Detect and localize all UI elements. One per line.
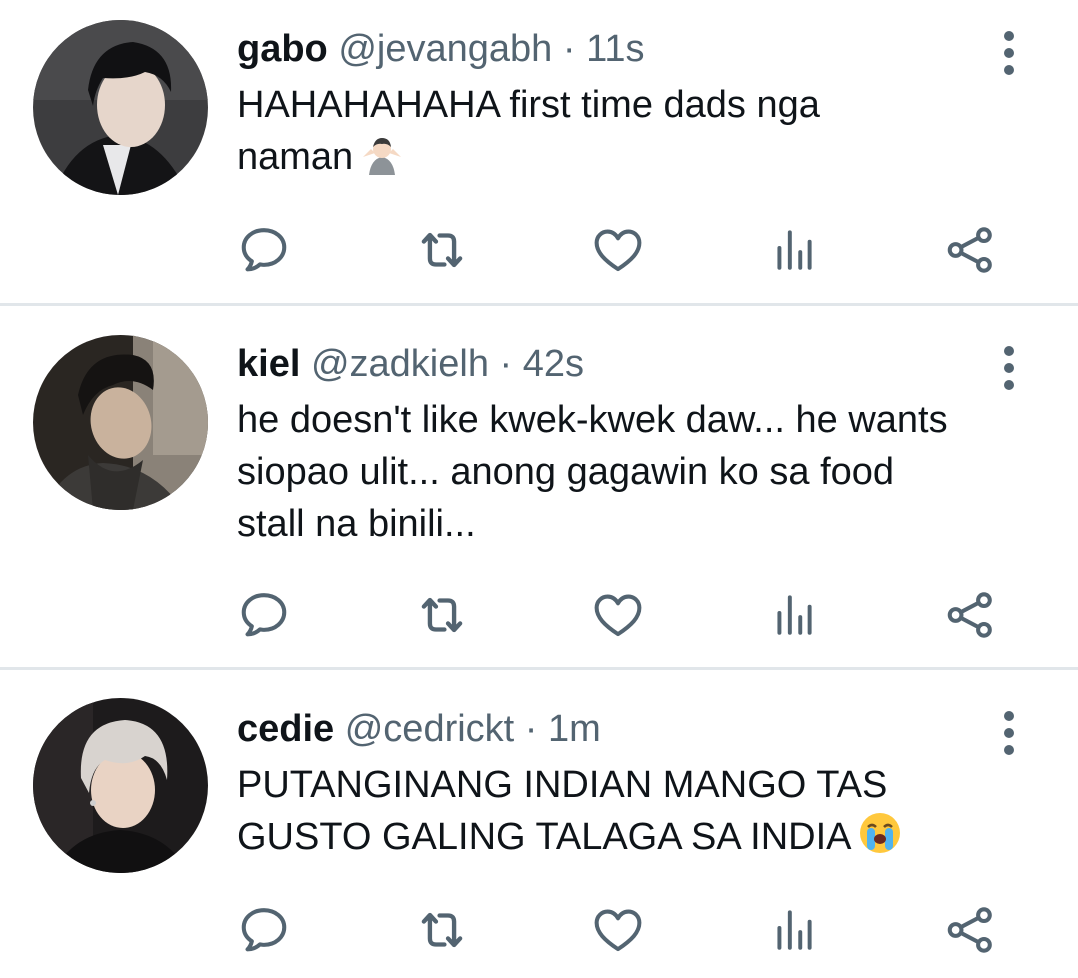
- like-button[interactable]: [588, 220, 648, 280]
- tweet-header: cedie @cedrickt · 1m: [237, 706, 601, 752]
- views-icon: [769, 590, 819, 640]
- share-button[interactable]: [940, 220, 1000, 280]
- tweet-text-line: HAHAHAHAHA first time dads nga: [237, 84, 820, 126]
- user-handle[interactable]: @zadkielh: [311, 343, 489, 385]
- tweet[interactable]: kiel @zadkielh · 42s he doesn't like kwe…: [0, 307, 1078, 668]
- retweet-button[interactable]: [412, 900, 472, 960]
- tweet-text: he doesn't like kwek-kwek daw... he want…: [237, 394, 1037, 550]
- share-icon: [943, 588, 997, 642]
- retweet-button[interactable]: [412, 585, 472, 645]
- avatar[interactable]: [33, 335, 208, 510]
- tweet-text-line: GUSTO GALING TALAGA SA INDIA: [237, 816, 852, 858]
- tweet[interactable]: gabo @jevangabh · 11s HAHAHAHAHA first t…: [0, 0, 1078, 305]
- divider: [0, 303, 1078, 306]
- reply-icon: [237, 588, 291, 642]
- retweet-icon: [413, 221, 471, 279]
- person-shrugging-emoji: [359, 135, 405, 189]
- like-icon: [591, 223, 645, 277]
- timestamp[interactable]: 1m: [548, 708, 601, 750]
- reply-icon: [237, 903, 291, 957]
- share-button[interactable]: [940, 900, 1000, 960]
- share-button[interactable]: [940, 585, 1000, 645]
- tweet-text-line: stall na binili...: [237, 503, 476, 545]
- share-icon: [943, 903, 997, 957]
- tweet-text-line: naman: [237, 136, 354, 178]
- like-icon: [591, 903, 645, 957]
- display-name[interactable]: cedie: [237, 708, 334, 750]
- tweet-actions: [0, 585, 1078, 645]
- loudly-crying-face-emoji: [858, 811, 902, 869]
- tweet-header: gabo @jevangabh · 11s: [237, 26, 645, 72]
- tweet-text: PUTANGINANG INDIAN MANGO TAS GUSTO GALIN…: [237, 759, 1037, 869]
- tweet-text-line: siopao ulit... anong gagawin ko sa food: [237, 451, 895, 493]
- like-button[interactable]: [588, 585, 648, 645]
- avatar[interactable]: [33, 20, 208, 195]
- display-name[interactable]: kiel: [237, 343, 300, 385]
- tweet-actions: [0, 220, 1078, 280]
- views-icon: [769, 225, 819, 275]
- reply-button[interactable]: [234, 900, 294, 960]
- retweet-icon: [413, 586, 471, 644]
- views-icon: [769, 905, 819, 955]
- separator-dot: ·: [524, 708, 538, 750]
- tweet-text-line: he doesn't like kwek-kwek daw... he want…: [237, 399, 948, 441]
- separator-dot: ·: [499, 343, 513, 385]
- user-handle[interactable]: @cedrickt: [345, 708, 515, 750]
- share-icon: [943, 223, 997, 277]
- like-button[interactable]: [588, 900, 648, 960]
- reply-button[interactable]: [234, 585, 294, 645]
- timestamp[interactable]: 42s: [523, 343, 584, 385]
- like-icon: [591, 588, 645, 642]
- tweet-text: HAHAHAHAHA first time dads nga naman: [237, 79, 1037, 189]
- user-handle[interactable]: @jevangabh: [338, 28, 552, 70]
- more-options-icon[interactable]: [994, 28, 1024, 78]
- tweet-actions: [0, 900, 1078, 960]
- tweet-text-line: PUTANGINANG INDIAN MANGO TAS: [237, 764, 888, 806]
- retweet-icon: [413, 901, 471, 959]
- more-options-icon[interactable]: [994, 343, 1024, 393]
- views-button[interactable]: [764, 900, 824, 960]
- reply-icon: [237, 223, 291, 277]
- reply-button[interactable]: [234, 220, 294, 280]
- more-options-icon[interactable]: [994, 708, 1024, 758]
- views-button[interactable]: [764, 220, 824, 280]
- retweet-button[interactable]: [412, 220, 472, 280]
- display-name[interactable]: gabo: [237, 28, 328, 70]
- timestamp[interactable]: 11s: [586, 28, 644, 70]
- separator-dot: ·: [562, 28, 576, 70]
- tweet-header: kiel @zadkielh · 42s: [237, 341, 584, 387]
- avatar[interactable]: [33, 698, 208, 873]
- tweet[interactable]: cedie @cedrickt · 1m PUTANGINANG INDIAN …: [0, 670, 1078, 978]
- views-button[interactable]: [764, 585, 824, 645]
